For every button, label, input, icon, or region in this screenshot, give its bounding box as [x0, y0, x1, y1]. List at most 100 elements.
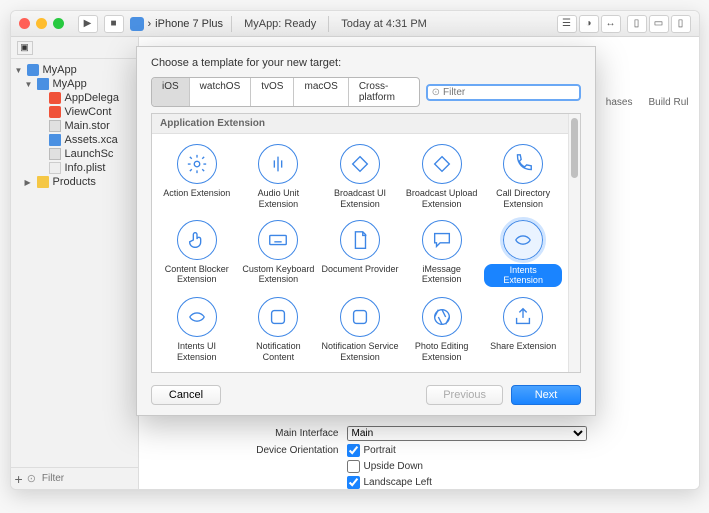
tmpl-action-extension[interactable]: Action Extension [156, 138, 238, 214]
nav-toggle-button[interactable]: ▯ [627, 15, 647, 33]
share-icon [503, 297, 543, 337]
platform-tabs: iOS watchOS tvOS macOS Cross-platform [151, 77, 420, 107]
tmpl-notification-content[interactable]: Notification Content [238, 291, 320, 367]
products-group[interactable]: ▶ Products [11, 175, 138, 189]
folder-icon [37, 176, 49, 188]
version-editor-button[interactable]: ↔ [601, 15, 621, 33]
next-button[interactable]: Next [511, 385, 581, 405]
inspector-toggle-button[interactable]: ▯ [671, 15, 691, 33]
chat-bubble-icon [422, 220, 462, 260]
template-filter-input[interactable] [443, 87, 575, 98]
storyboard-icon [49, 148, 61, 160]
file-viewcontroller[interactable]: ViewCont [11, 105, 138, 119]
debug-toggle-button[interactable]: ▭ [649, 15, 669, 33]
broadcast-icon [340, 144, 380, 184]
intents-icon [177, 297, 217, 337]
project-root[interactable]: ▼ MyApp [11, 63, 138, 77]
keyboard-icon [258, 220, 298, 260]
storyboard-icon [49, 120, 61, 132]
tab-crossplatform[interactable]: Cross-platform [349, 78, 419, 106]
assistant-editor-button[interactable]: ◑ [579, 15, 599, 33]
tmpl-photo-editing[interactable]: Photo Editing Extension [401, 291, 483, 367]
tmpl-audio-unit[interactable]: Audio Unit Extension [238, 138, 320, 214]
checkbox-upsidedown[interactable] [347, 460, 360, 473]
filter-icon: ⊙ [27, 472, 36, 485]
tmpl-document-provider[interactable]: Document Provider [319, 214, 401, 292]
template-grid: Action Extension Audio Unit Extension Br… [152, 134, 568, 371]
close-window-button[interactable] [19, 18, 30, 29]
standard-editor-button[interactable]: ☰ [557, 15, 577, 33]
template-scroll[interactable]: Application Extension Action Extension A… [152, 114, 568, 372]
tab-buildrules[interactable]: Build Rul [648, 97, 688, 108]
fullscreen-window-button[interactable] [53, 18, 64, 29]
file-infoplist[interactable]: Info.plist [11, 161, 138, 175]
intents-icon [503, 220, 543, 260]
template-filter[interactable]: ⊙ [426, 84, 581, 101]
filter-icon: ⊙ [432, 87, 440, 98]
file-launchscreen[interactable]: LaunchSc [11, 147, 138, 161]
traffic-lights [19, 18, 64, 29]
folder-icon [37, 78, 49, 90]
device-name: iPhone 7 Plus [155, 18, 223, 30]
hand-icon [177, 220, 217, 260]
navigator-selector[interactable]: ▣ [11, 37, 138, 59]
time-text: Today at 4:31 PM [341, 18, 427, 30]
tmpl-share[interactable]: Share Extension [482, 291, 564, 367]
editor-mode-group: ☰ ◑ ↔ [557, 15, 621, 33]
previous-button[interactable]: Previous [426, 385, 503, 405]
editor-tabs-partial: hases Build Rul [606, 97, 689, 108]
main-interface-select[interactable]: Main [347, 426, 587, 441]
file-appdelegate[interactable]: AppDelega [11, 91, 138, 105]
project-tree: ▼ MyApp ▼ MyApp AppDelega View [11, 59, 138, 467]
waveform-icon [258, 144, 298, 184]
file-mainstoryboard[interactable]: Main.stor [11, 119, 138, 133]
stop-button[interactable]: ■ [104, 15, 124, 33]
tmpl-broadcast-upload[interactable]: Broadcast Upload Extension [401, 138, 483, 214]
status-text: MyApp: Ready [244, 18, 316, 30]
new-target-sheet: Choose a template for your new target: i… [136, 46, 596, 416]
tmpl-intents[interactable]: Intents Extension [482, 214, 564, 292]
scheme-selector[interactable]: › iPhone 7 Plus [130, 17, 224, 31]
swift-icon [49, 92, 61, 104]
tmpl-call-directory[interactable]: Call Directory Extension [482, 138, 564, 214]
notification-icon [258, 297, 298, 337]
navigator-sidebar: ▣ ▼ MyApp ▼ MyApp AppDelega [11, 37, 139, 489]
sheet-title: Choose a template for your new target: [137, 47, 595, 77]
swift-icon [49, 106, 61, 118]
tmpl-notification-service[interactable]: Notification Service Extension [319, 291, 401, 367]
cancel-button[interactable]: Cancel [151, 385, 221, 405]
phone-icon [503, 144, 543, 184]
tmpl-intents-ui[interactable]: Intents UI Extension [156, 291, 238, 367]
gear-icon [177, 144, 217, 184]
broadcast-icon [422, 144, 462, 184]
panel-toggle-group: ▯ ▭ ▯ [627, 15, 691, 33]
tab-macos[interactable]: macOS [294, 78, 348, 106]
plist-icon [49, 162, 61, 174]
assets-icon [49, 134, 61, 146]
project-icon [27, 64, 39, 76]
tab-watchos[interactable]: watchOS [190, 78, 252, 106]
checkbox-landscapeleft[interactable] [347, 476, 360, 489]
tmpl-imessage[interactable]: iMessage Extension [401, 214, 483, 292]
target-settings: Main Interface Main Device Orientation P… [139, 417, 699, 489]
section-app-extension: Application Extension [152, 114, 568, 134]
navigator-bottom-bar: + ⊙ ⏱ ▣ [11, 467, 138, 489]
run-button[interactable]: ▶ [78, 15, 98, 33]
tmpl-custom-keyboard[interactable]: Custom Keyboard Extension [238, 214, 320, 292]
app-group[interactable]: ▼ MyApp [11, 77, 138, 91]
tab-buildphases[interactable]: hases [606, 97, 633, 108]
orientation-label: Device Orientation [169, 445, 339, 456]
scrollbar-thumb[interactable] [571, 118, 578, 178]
tmpl-content-blocker[interactable]: Content Blocker Extension [156, 214, 238, 292]
tab-ios[interactable]: iOS [152, 78, 190, 106]
checkbox-portrait[interactable] [347, 444, 360, 457]
add-button[interactable]: + [15, 471, 23, 487]
tab-tvos[interactable]: tvOS [251, 78, 294, 106]
scrollbar[interactable] [568, 114, 580, 372]
notification-icon [340, 297, 380, 337]
aperture-icon [422, 297, 462, 337]
file-assets[interactable]: Assets.xca [11, 133, 138, 147]
minimize-window-button[interactable] [36, 18, 47, 29]
titlebar: ▶ ■ › iPhone 7 Plus MyApp: Ready Today a… [11, 11, 699, 37]
tmpl-broadcast-ui[interactable]: Broadcast UI Extension [319, 138, 401, 214]
